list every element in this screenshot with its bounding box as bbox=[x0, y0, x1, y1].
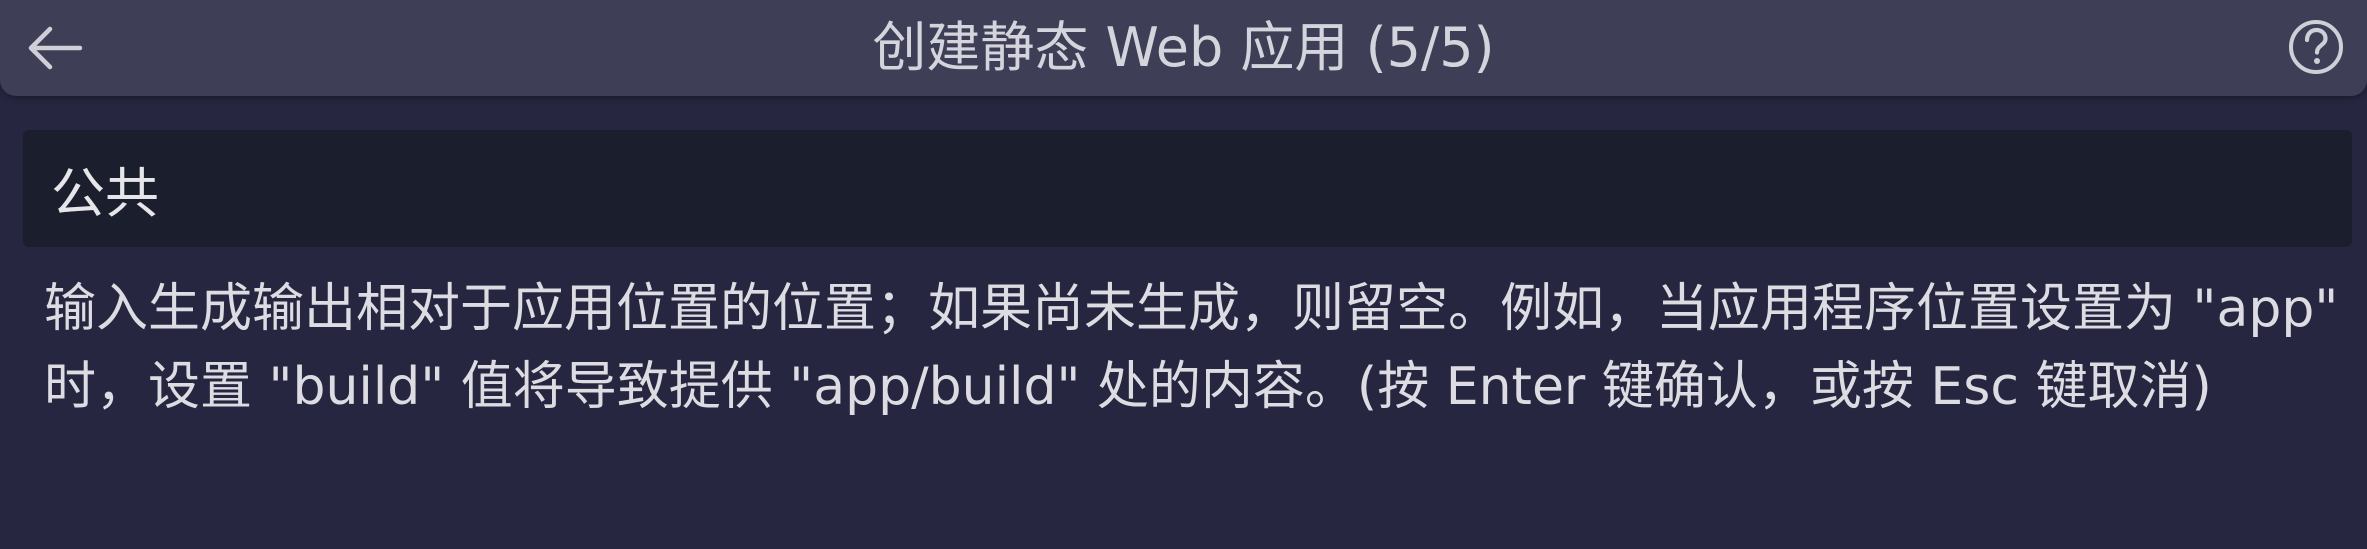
output-location-input[interactable] bbox=[23, 130, 2352, 247]
input-description: 输入生成输出相对于应用位置的位置；如果尚未生成，则留空。例如，当应用程序位置设置… bbox=[44, 279, 2339, 417]
question-circle-icon bbox=[2289, 20, 2343, 74]
arrow-left-icon bbox=[28, 26, 83, 70]
title-bar: 创建静态 Web 应用 (5/5) bbox=[0, 0, 2367, 96]
back-button[interactable] bbox=[18, 16, 90, 80]
help-button[interactable] bbox=[2283, 14, 2349, 80]
quick-input-panel: 创建静态 Web 应用 (5/5) 输入生成输出相对于应用位置的位置；如果尚未生… bbox=[0, 0, 2367, 549]
dialog-title: 创建静态 Web 应用 (5/5) bbox=[872, 16, 1495, 79]
input-box bbox=[23, 130, 2352, 247]
